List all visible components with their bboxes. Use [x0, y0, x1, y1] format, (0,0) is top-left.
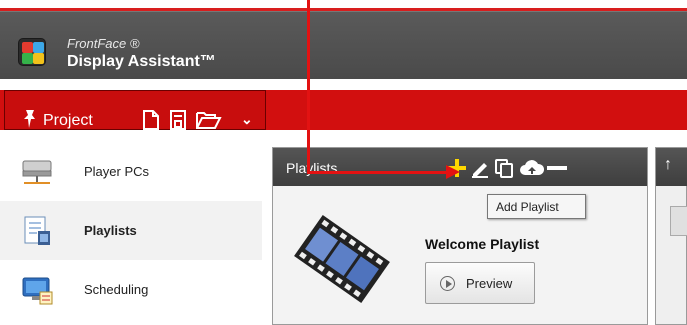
app-window: FrontFace ® Display Assistant™ Project ⌄: [0, 0, 687, 325]
sidebar-item-scheduling[interactable]: Scheduling: [0, 260, 262, 319]
preview-button-label: Preview: [466, 276, 513, 291]
secondary-panel: ↑: [655, 147, 687, 325]
top-accent-bar: [0, 0, 687, 11]
secondary-panel-item[interactable]: [670, 206, 687, 236]
sidebar-item-playlists[interactable]: Playlists: [0, 201, 262, 260]
edit-icon[interactable]: [469, 158, 491, 178]
scheduling-icon: [20, 274, 54, 306]
sidebar-item-label: Playlists: [84, 223, 137, 238]
sidebar-item-label: Scheduling: [84, 282, 149, 297]
sidebar: Player PCs Playlists Scheduling: [0, 142, 262, 325]
add-playlist-tooltip: Add Playlist: [487, 194, 586, 219]
content-divider: [262, 142, 270, 325]
sidebar-item-player-pcs[interactable]: Player PCs: [0, 142, 262, 201]
annotation-arrow-line: [307, 0, 310, 174]
app-logo-icon: [18, 38, 46, 66]
app-brand: FrontFace ®: [67, 36, 140, 51]
playlist-name[interactable]: Welcome Playlist: [425, 236, 539, 252]
arrow-up-icon[interactable]: ↑: [664, 156, 672, 174]
play-icon: [440, 276, 455, 291]
project-toolbar: Project ⌄: [0, 79, 687, 142]
app-title: Display Assistant™: [67, 53, 216, 70]
pin-icon: [22, 109, 38, 134]
project-label: Project: [43, 112, 93, 129]
sidebar-item-label: Player PCs: [84, 164, 150, 179]
new-document-icon[interactable]: [141, 109, 163, 131]
open-folder-icon[interactable]: [195, 109, 225, 131]
chevron-down-icon[interactable]: ⌄: [241, 111, 253, 128]
save-icon[interactable]: [168, 109, 190, 131]
playlists-icon: [20, 215, 54, 247]
playlist-thumbnail[interactable]: [287, 204, 397, 314]
duplicate-icon[interactable]: [493, 158, 515, 178]
cloud-upload-icon[interactable]: [519, 158, 545, 178]
title-bar: FrontFace ® Display Assistant™: [0, 11, 687, 79]
annotation-arrow-head: [446, 165, 460, 179]
remove-icon[interactable]: [545, 158, 569, 178]
player-pc-icon: [20, 156, 54, 188]
preview-button[interactable]: Preview: [425, 262, 535, 304]
project-menu[interactable]: Project ⌄: [4, 90, 266, 130]
secondary-panel-header: ↑: [656, 148, 687, 186]
annotation-arrow-line: [307, 171, 447, 174]
playlists-panel-header: Playlists: [273, 148, 647, 186]
